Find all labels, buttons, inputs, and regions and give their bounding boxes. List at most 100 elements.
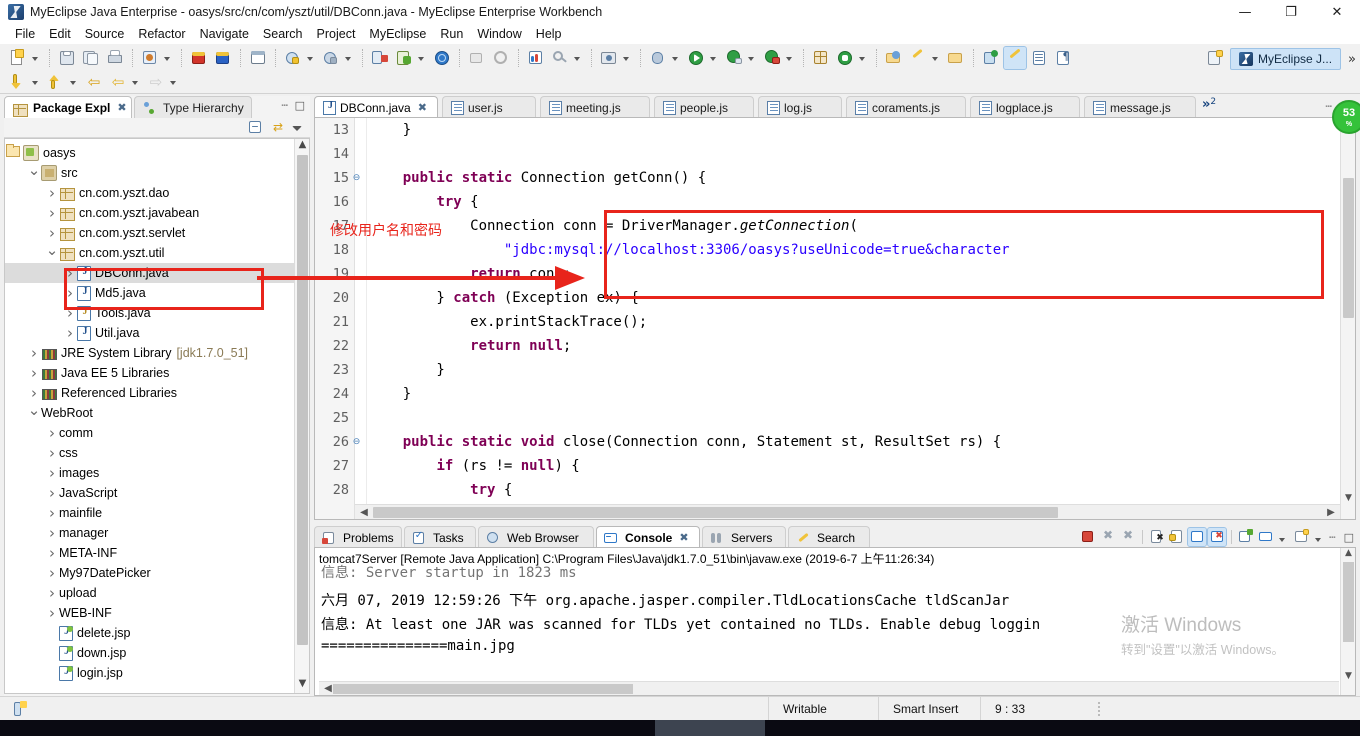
export-db-icon[interactable]: [369, 47, 391, 69]
debug-server-icon[interactable]: [320, 47, 342, 69]
tree-item-md5-java[interactable]: Md5.java: [5, 283, 295, 303]
scroll-up-icon[interactable]: ▲: [295, 139, 309, 154]
tree-scrollbar[interactable]: ▲ ▼: [294, 139, 309, 693]
code-line[interactable]: ex.printStackTrace();: [369, 314, 647, 330]
db-explorer-arrow[interactable]: [416, 47, 427, 69]
run-config-arrow[interactable]: [746, 47, 757, 69]
tree-item-cn-com-yszt-javabean[interactable]: cn.com.yszt.javabean: [5, 203, 295, 223]
notification-badge[interactable]: 53%: [1332, 100, 1360, 134]
toggle-block-selection-icon[interactable]: [1003, 45, 1027, 70]
prev-annotation-icon[interactable]: [45, 71, 67, 93]
pin-console-icon[interactable]: ✖: [1206, 527, 1227, 547]
code-line[interactable]: if (rs != null) {: [369, 458, 579, 474]
chevron-right-icon[interactable]: [27, 384, 41, 402]
run-icon[interactable]: [685, 47, 707, 69]
scroll-up-icon[interactable]: ▲: [1341, 548, 1355, 558]
back-icon[interactable]: ⇦: [83, 71, 105, 93]
code-line[interactable]: Connection conn = DriverManager.getConne…: [369, 218, 858, 234]
chevron-right-icon[interactable]: [63, 324, 77, 342]
tree-item-mainfile[interactable]: mainfile: [5, 144, 295, 523]
save-icon[interactable]: [56, 47, 78, 69]
editor-tab-message-js[interactable]: message.js: [1084, 96, 1196, 118]
web-browser-icon[interactable]: [247, 47, 269, 69]
new-console-view-icon[interactable]: [1237, 528, 1255, 546]
code-line[interactable]: }: [369, 122, 411, 138]
chevron-right-icon[interactable]: [45, 424, 59, 442]
editor-tab-logplace-js[interactable]: logplace.js: [970, 96, 1080, 118]
scroll-down-icon[interactable]: ▼: [1341, 493, 1355, 503]
save-all-icon[interactable]: [80, 47, 102, 69]
scroll-thumb[interactable]: [373, 507, 1058, 518]
tab-servers[interactable]: Servers: [702, 526, 786, 548]
new-dropdown-arrow[interactable]: [30, 47, 41, 69]
tree-item-css[interactable]: css: [5, 144, 295, 463]
editor-horizontal-scrollbar[interactable]: ◀ ▶: [355, 504, 1340, 519]
editor-tabs-overflow[interactable]: » 2: [1202, 97, 1216, 112]
tree-item-tools-java[interactable]: Tools.java: [5, 303, 295, 323]
chevron-right-icon[interactable]: [45, 484, 59, 502]
terminate-icon[interactable]: [1079, 528, 1097, 546]
tree-item-util-java[interactable]: Util.java: [5, 323, 295, 343]
tab-console[interactable]: Console ✖: [596, 526, 700, 548]
tree-item-upload[interactable]: upload: [5, 144, 295, 603]
scroll-thumb[interactable]: [1343, 178, 1354, 318]
open-perspective-icon[interactable]: [1204, 48, 1226, 70]
menu-search[interactable]: Search: [256, 25, 310, 43]
maximize-icon[interactable]: □: [295, 99, 305, 112]
refresh-icon[interactable]: [490, 47, 512, 69]
editor-tab-user-js[interactable]: user.js: [442, 96, 536, 118]
tab-package-explorer[interactable]: Package Expl ✖: [4, 96, 132, 118]
tree-item-cn-com-yszt-dao[interactable]: cn.com.yszt.dao: [5, 183, 295, 203]
deploy-icon[interactable]: [188, 47, 210, 69]
chevron-right-icon[interactable]: [63, 264, 77, 282]
minimize-button[interactable]: —: [1222, 0, 1268, 24]
tree-item-javascript[interactable]: JavaScript: [5, 144, 295, 503]
chevron-right-icon[interactable]: [45, 504, 59, 522]
validate-icon[interactable]: [466, 47, 488, 69]
clear-console-icon[interactable]: ✖: [1148, 528, 1166, 546]
console-vertical-scrollbar[interactable]: ▲ ▼: [1340, 548, 1355, 695]
myeclipse-tools-icon[interactable]: [139, 47, 161, 69]
scroll-down-icon[interactable]: ▼: [1341, 671, 1355, 681]
chevron-right-icon[interactable]: [45, 184, 59, 202]
show-whitespace-icon[interactable]: ¶: [1052, 47, 1074, 69]
code-line[interactable]: } catch (Exception ex) {: [369, 290, 638, 306]
snapshot-arrow[interactable]: [621, 47, 632, 69]
next-edit-arrow[interactable]: [168, 71, 179, 93]
next-edit-icon[interactable]: ⇨: [145, 71, 167, 93]
code-line[interactable]: }: [369, 362, 444, 378]
toggle-mark-occurrences-icon[interactable]: [1028, 47, 1050, 69]
tree-item-jre-system-library[interactable]: JRE System Library [jdk1.7.0_51]: [5, 343, 295, 363]
minimize-icon[interactable]: ┄: [1329, 531, 1336, 544]
chevron-right-icon[interactable]: [45, 224, 59, 242]
new-annotation-arrow[interactable]: [857, 47, 868, 69]
tree-item-dbconn-java[interactable]: DBConn.java: [5, 263, 295, 283]
run-config-icon[interactable]: [723, 47, 745, 69]
menu-window[interactable]: Window: [470, 25, 528, 43]
tree-item-webroot[interactable]: WebRoot: [5, 144, 295, 423]
scroll-left-icon[interactable]: ◀: [357, 505, 371, 519]
new-annotation-icon[interactable]: [834, 47, 856, 69]
scroll-lock-icon[interactable]: [1168, 528, 1186, 546]
open-type-icon[interactable]: [883, 47, 905, 69]
next-annotation-icon[interactable]: [7, 71, 29, 93]
search-arrow[interactable]: [572, 47, 583, 69]
tree-item-cn-com-yszt-servlet[interactable]: cn.com.yszt.servlet: [5, 223, 295, 243]
next-annotation-arrow[interactable]: [30, 71, 41, 93]
minimize-icon[interactable]: ┄: [1325, 100, 1332, 113]
editor-vertical-scrollbar[interactable]: ▲ ▼: [1340, 118, 1355, 519]
tab-search[interactable]: Search: [788, 526, 870, 548]
tree-item-java-ee-5-libraries[interactable]: Java EE 5 Libraries: [5, 363, 295, 383]
tree-item-delete-jsp[interactable]: delete.jsp: [5, 623, 295, 643]
run-server-arrow[interactable]: [305, 47, 316, 69]
chart-icon[interactable]: [525, 47, 547, 69]
prev-annotation-arrow[interactable]: [68, 71, 79, 93]
menu-project[interactable]: Project: [310, 25, 363, 43]
edit-icon[interactable]: [907, 47, 929, 69]
menu-source[interactable]: Source: [78, 25, 132, 43]
chevron-right-icon[interactable]: [45, 524, 59, 542]
menu-file[interactable]: File: [8, 25, 42, 43]
menu-refactor[interactable]: Refactor: [131, 25, 192, 43]
collapse-all-icon[interactable]: [248, 120, 263, 135]
debug-server-arrow[interactable]: [343, 47, 354, 69]
